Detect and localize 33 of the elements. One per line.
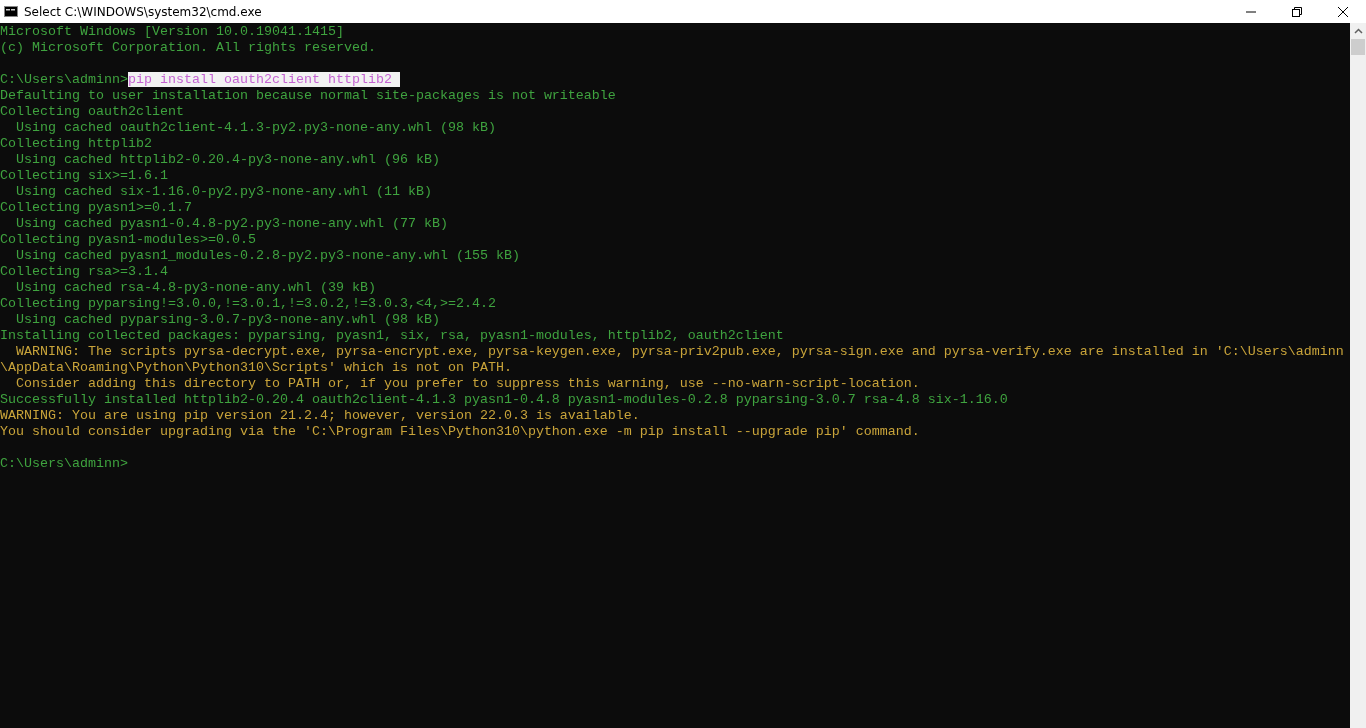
scroll-thumb[interactable] [1351,39,1365,55]
output-text: Using cached pyparsing-3.0.7-py3-none-any.whl (98 kB) [15,312,440,327]
scrollbar[interactable] [1350,23,1366,728]
output-text: Collecting pyparsing!=3.0.0,!=3.0.1,!=3.0.2,!=3.0.3,<4,>=2.4.2 [0,296,496,311]
output-text: Defaulting to user installation because normal site-packages is not writeable [0,88,616,103]
output-text: Using cached httplib2-0.20.4-py3-none-any.whl (96 kB) [15,152,440,167]
scroll-up-icon[interactable] [1353,28,1363,34]
warning-text: You should consider upgrading via the 'C:\Program Files\Python310\python.exe -m pip install --upgrade pip' command. [0,424,920,439]
output-text: (c) Microsoft Corporation. All rights reserved. [0,40,376,55]
output-text: Collecting pyasn1>=0.1.7 [0,200,192,215]
warning-text: WARNING: You are using pip version 21.2.4; however, version 22.0.3 is available. [0,408,640,423]
output-text: Using cached rsa-4.8-py3-none-any.whl (39 kB) [15,280,376,295]
prompt-text: C:\Users\adminn> [0,456,128,471]
output-text: Using cached oauth2client-4.1.3-py2.py3-none-any.whl (98 kB) [15,120,496,135]
restore-icon [1292,6,1302,17]
output-text: Microsoft Windows [Version 10.0.19041.1415] [0,24,344,39]
output-text: Collecting rsa>=3.1.4 [0,264,168,279]
warning-text: Consider adding this directory to PATH or, if you prefer to suppress this warning, use --no-warn-script-location. [15,376,920,391]
output-text: Collecting httplib2 [0,136,152,151]
output-text: Collecting six>=1.6.1 [0,168,168,183]
console-app-icon [4,6,18,17]
output-text: Installing collected packages: pyparsing, pyasn1, six, rsa, pyasn1-modules, httplib2, oauth2client [0,328,784,343]
close-icon [1338,6,1348,17]
window-title: Select C:\WINDOWS\system32\cmd.exe [24,4,263,19]
warning-text: WARNING: The scripts pyrsa-decrypt.exe, pyrsa-encrypt.exe, pyrsa-keygen.exe, pyrsa-priv2pub.exe, pyrsa-sign.exe and pyrsa-verify.exe are installed in 'C:\Users\adminn [15,344,1344,359]
warning-text: \AppData\Roaming\Python\Python310\Scripts' which is not on PATH. [0,360,512,375]
output-text: Using cached pyasn1_modules-0.2.8-py2.py3-none-any.whl (155 kB) [15,248,520,263]
output-text: Using cached pyasn1-0.4.8-py2.py3-none-any.whl (77 kB) [15,216,448,231]
output-text: Successfully installed httplib2-0.20.4 oauth2client-4.1.3 pyasn1-0.4.8 pyasn1-modules-0.2.8 pyparsing-3.0.7 rsa-4.8 six-1.16.0 [0,392,1008,407]
output-text: Collecting pyasn1-modules>=0.0.5 [0,232,256,247]
prompt-text: C:\Users\adminn> [0,72,128,87]
output-text: Collecting oauth2client [0,104,184,119]
output-text: Using cached six-1.16.0-py2.py3-none-any.whl (11 kB) [15,184,432,199]
